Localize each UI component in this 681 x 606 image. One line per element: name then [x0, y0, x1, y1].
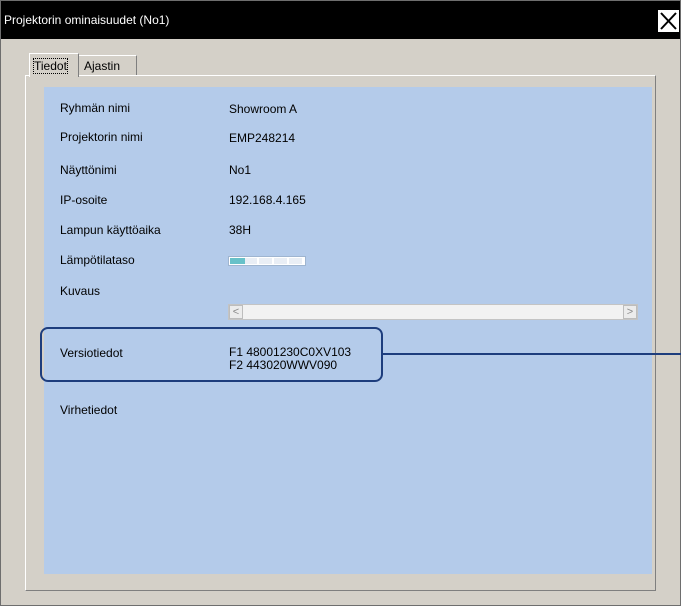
title-bar: Projektorin ominaisuudet (No1)	[1, 1, 680, 39]
tab-ajastin[interactable]: Ajastin	[78, 55, 137, 76]
lamp-hours-label: Lampun käyttöaika	[60, 223, 161, 237]
temperature-segment	[289, 258, 303, 264]
callout-line	[383, 353, 681, 355]
temperature-label: Lämpötilataso	[60, 253, 135, 267]
display-name-value: No1	[229, 163, 252, 177]
version-line-1: F1 48001230C0XV103	[229, 345, 352, 359]
scroll-right-button[interactable]: >	[623, 305, 637, 319]
tab-tiedot[interactable]: Tiedot	[29, 53, 79, 77]
window-title: Projektorin ominaisuudet (No1)	[4, 13, 170, 27]
temperature-segment	[259, 258, 273, 264]
group-name-label: Ryhmän nimi	[60, 101, 131, 115]
close-icon	[660, 12, 677, 30]
ip-address-label: IP-osoite	[60, 193, 108, 207]
error-info-label: Virhetiedot	[60, 403, 118, 417]
scroll-left-button[interactable]: <	[229, 305, 243, 319]
lamp-hours-value: 38H	[229, 223, 252, 237]
version-label: Versiotiedot	[60, 346, 123, 360]
tab-ajastin-label: Ajastin	[84, 59, 121, 73]
chevron-right-icon: >	[626, 306, 634, 318]
display-name-label: Näyttönimi	[60, 163, 117, 177]
close-button[interactable]	[657, 9, 680, 33]
ip-address-value: 192.168.4.165	[229, 193, 306, 207]
temperature-level-fill	[230, 258, 245, 264]
temperature-level-bar	[228, 256, 306, 266]
temperature-segment	[274, 258, 288, 264]
description-label: Kuvaus	[60, 284, 101, 298]
projector-name-label: Projektorin nimi	[60, 130, 143, 144]
projector-name-value: EMP248214	[229, 131, 296, 145]
group-name-value: Showroom A	[229, 102, 298, 116]
description-scrollbar[interactable]: < >	[228, 304, 638, 320]
tab-tiedot-label: Tiedot	[33, 58, 68, 74]
version-line-2: F2 443020WWV090	[229, 358, 338, 372]
chevron-left-icon: <	[232, 306, 240, 318]
temperature-segment	[244, 258, 258, 264]
